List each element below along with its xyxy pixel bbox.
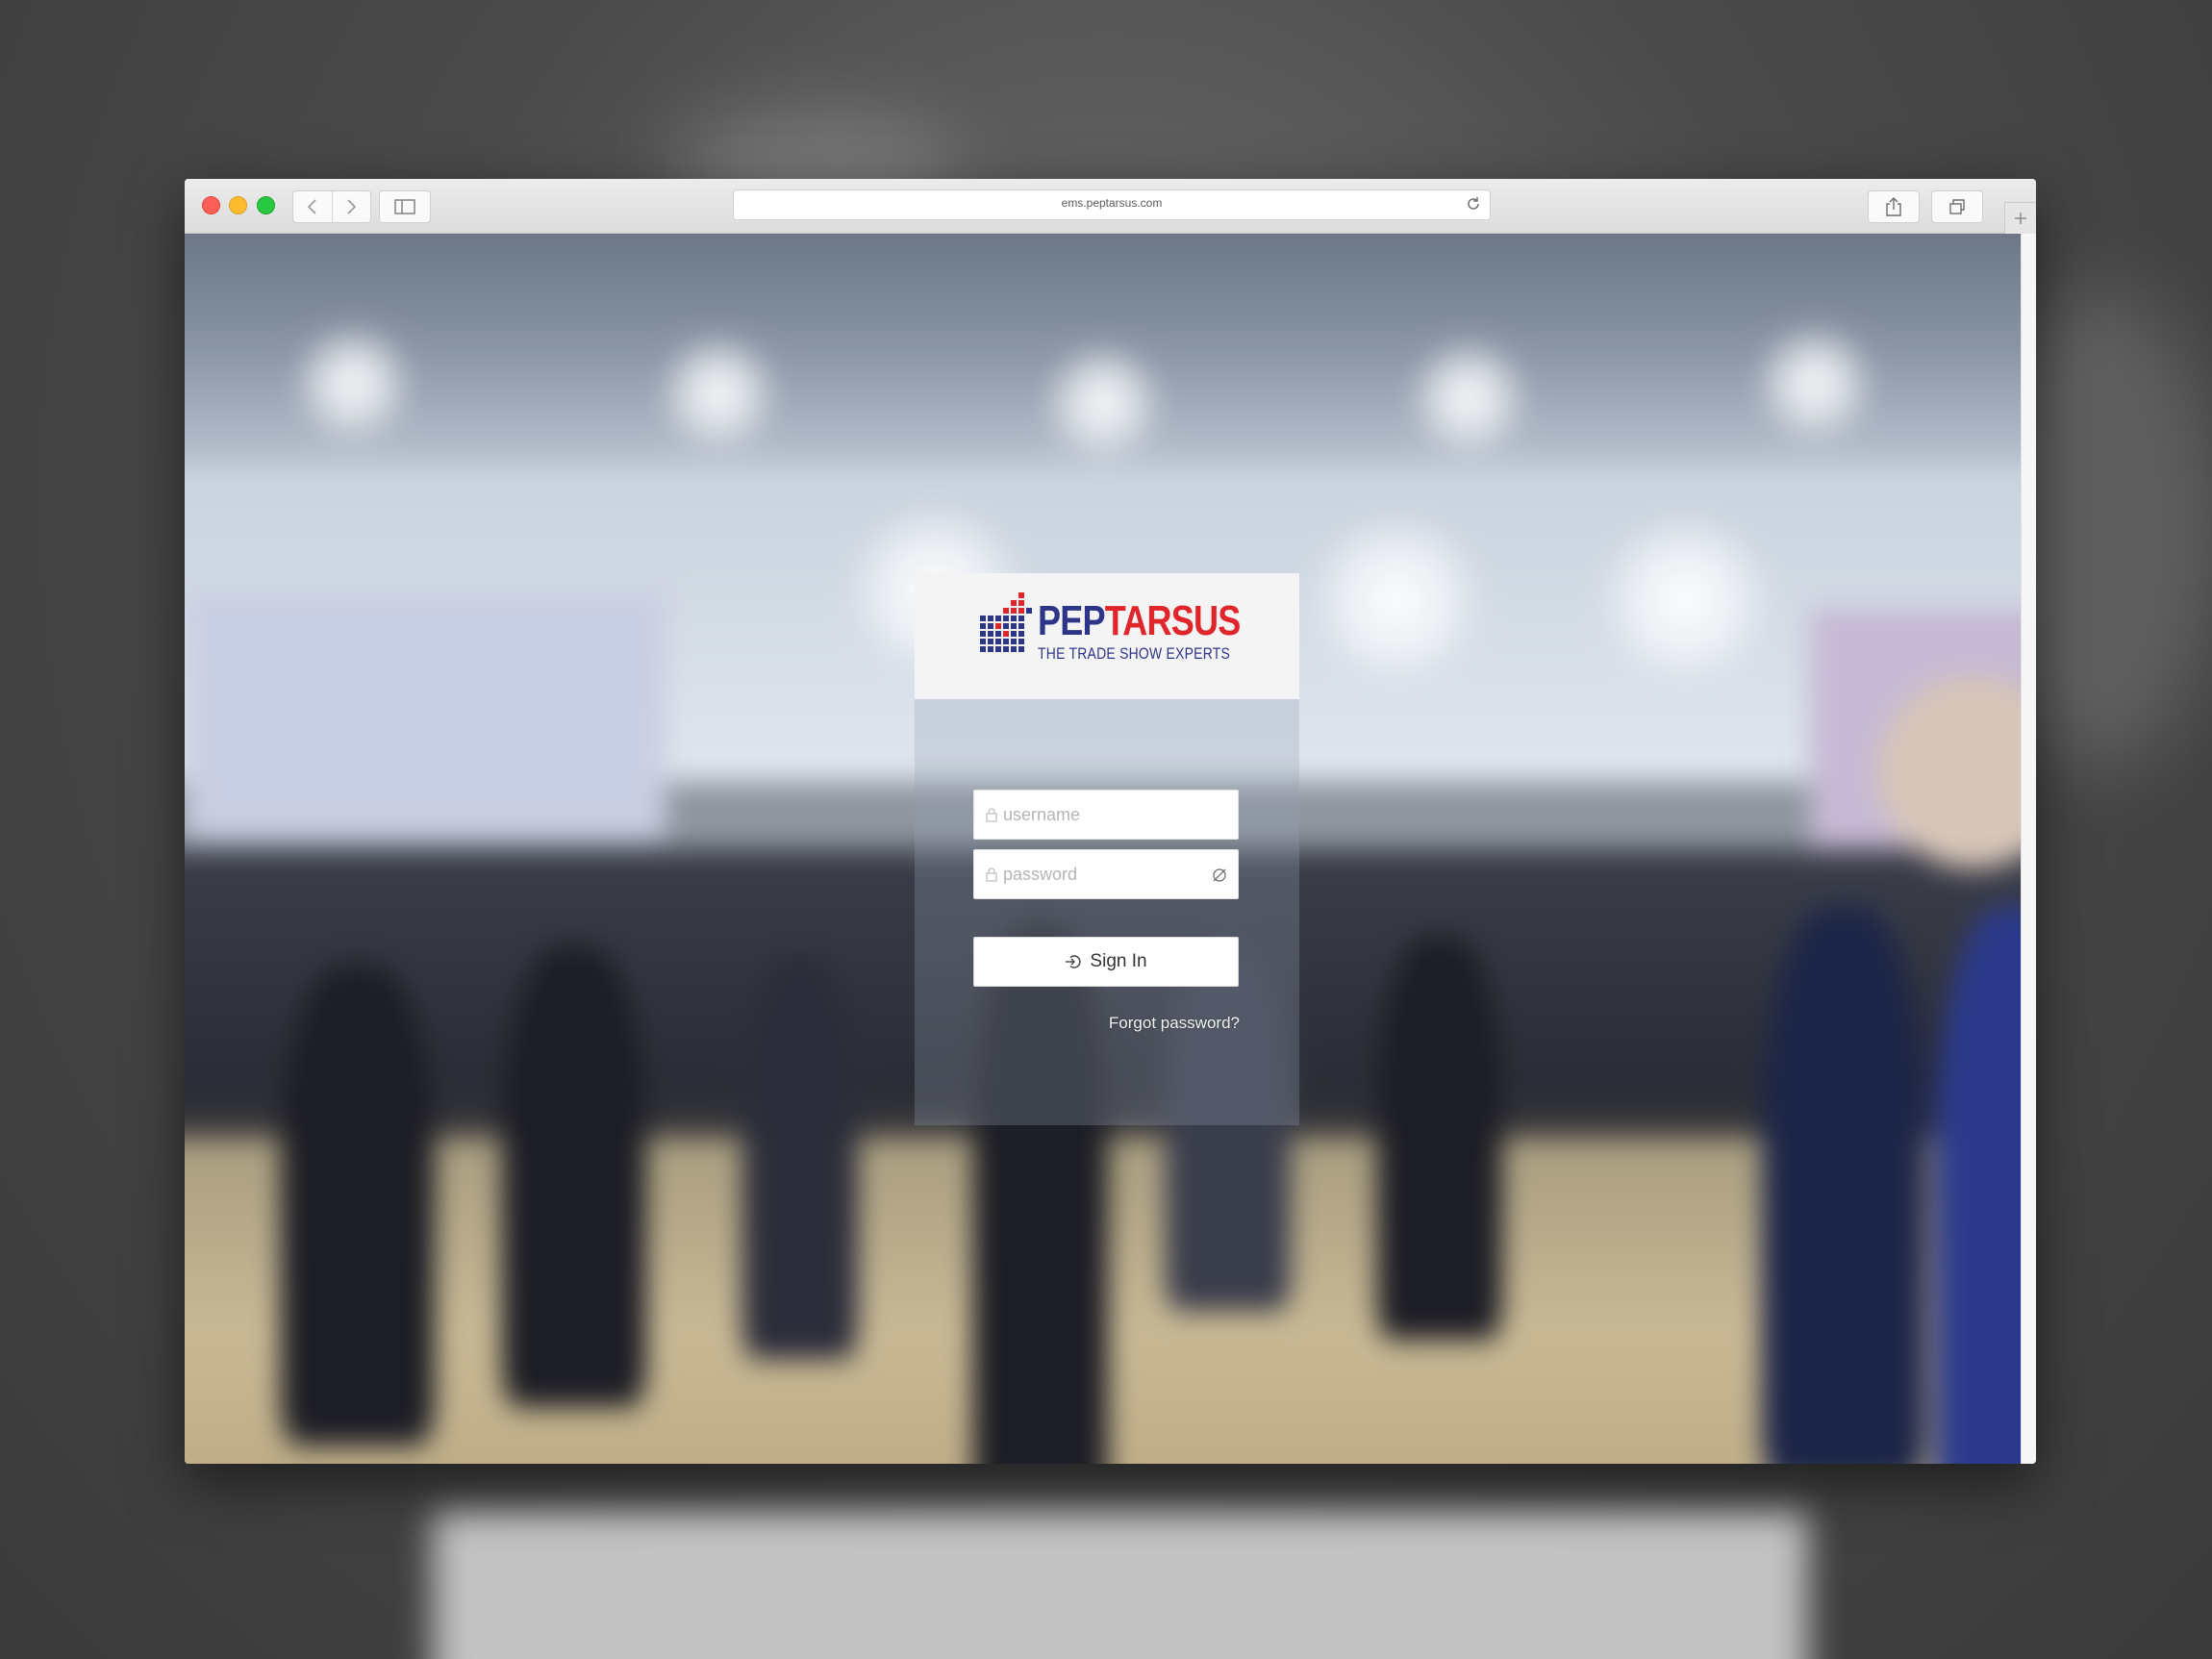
chevron-right-icon: [347, 199, 357, 214]
tabs-overview-icon: [1949, 199, 1965, 214]
forgot-password-link[interactable]: Forgot password?: [1109, 1014, 1240, 1033]
sign-in-button[interactable]: Sign In: [973, 937, 1239, 987]
password-field[interactable]: [973, 849, 1239, 899]
sign-in-label: Sign In: [1090, 951, 1147, 971]
plus-icon: [2015, 213, 2026, 224]
eye-slash-icon[interactable]: [1211, 867, 1228, 884]
minimize-window-button[interactable]: [229, 196, 247, 214]
reload-icon[interactable]: [1465, 195, 1482, 213]
logo-grid-icon: [980, 592, 1032, 652]
logo-wordmark: PEPTARSUS: [1038, 597, 1242, 644]
logo-text-pep: PEP: [1038, 597, 1106, 644]
chevron-left-icon: [307, 199, 316, 214]
browser-window: ems.peptarsus.com PEPTARSUS THE TRADE SH…: [185, 179, 2036, 1464]
forward-button[interactable]: [331, 191, 371, 222]
login-panel: PEPTARSUS THE TRADE SHOW EXPERTS usernam…: [915, 573, 1299, 1125]
sign-in-icon: [1066, 955, 1082, 968]
lock-icon: [986, 867, 997, 882]
browser-toolbar: ems.peptarsus.com: [185, 179, 2036, 234]
share-icon: [1886, 197, 1901, 216]
logo-tagline: THE TRADE SHOW EXPERTS: [1038, 644, 1231, 663]
close-window-button[interactable]: [202, 196, 220, 214]
share-button[interactable]: [1868, 190, 1920, 223]
desktop-background: ems.peptarsus.com PEPTARSUS THE TRADE SH…: [0, 0, 2212, 1659]
address-bar[interactable]: ems.peptarsus.com: [733, 189, 1491, 220]
peptarsus-logo: PEPTARSUS THE TRADE SHOW EXPERTS: [980, 591, 1241, 667]
page-scrollbar[interactable]: [2021, 234, 2036, 1464]
tabs-overview-button[interactable]: [1931, 190, 1983, 223]
sidebar-icon: [394, 199, 415, 214]
page-viewport: PEPTARSUS THE TRADE SHOW EXPERTS usernam…: [185, 234, 2022, 1464]
login-header: PEPTARSUS THE TRADE SHOW EXPERTS: [915, 573, 1299, 699]
history-nav: [292, 190, 371, 223]
back-button[interactable]: [293, 191, 332, 222]
username-field[interactable]: [973, 790, 1239, 840]
logo-text-tarsus: TARSUS: [1104, 597, 1242, 644]
background-window-reflection: [433, 1510, 1808, 1659]
sidebar-button[interactable]: [379, 190, 431, 223]
username-input[interactable]: [1003, 791, 1210, 839]
password-input[interactable]: [1003, 850, 1210, 898]
url-text: ems.peptarsus.com: [1061, 196, 1163, 210]
new-tab-button[interactable]: [2004, 202, 2036, 234]
maximize-window-button[interactable]: [257, 196, 275, 214]
lock-icon: [986, 808, 997, 822]
